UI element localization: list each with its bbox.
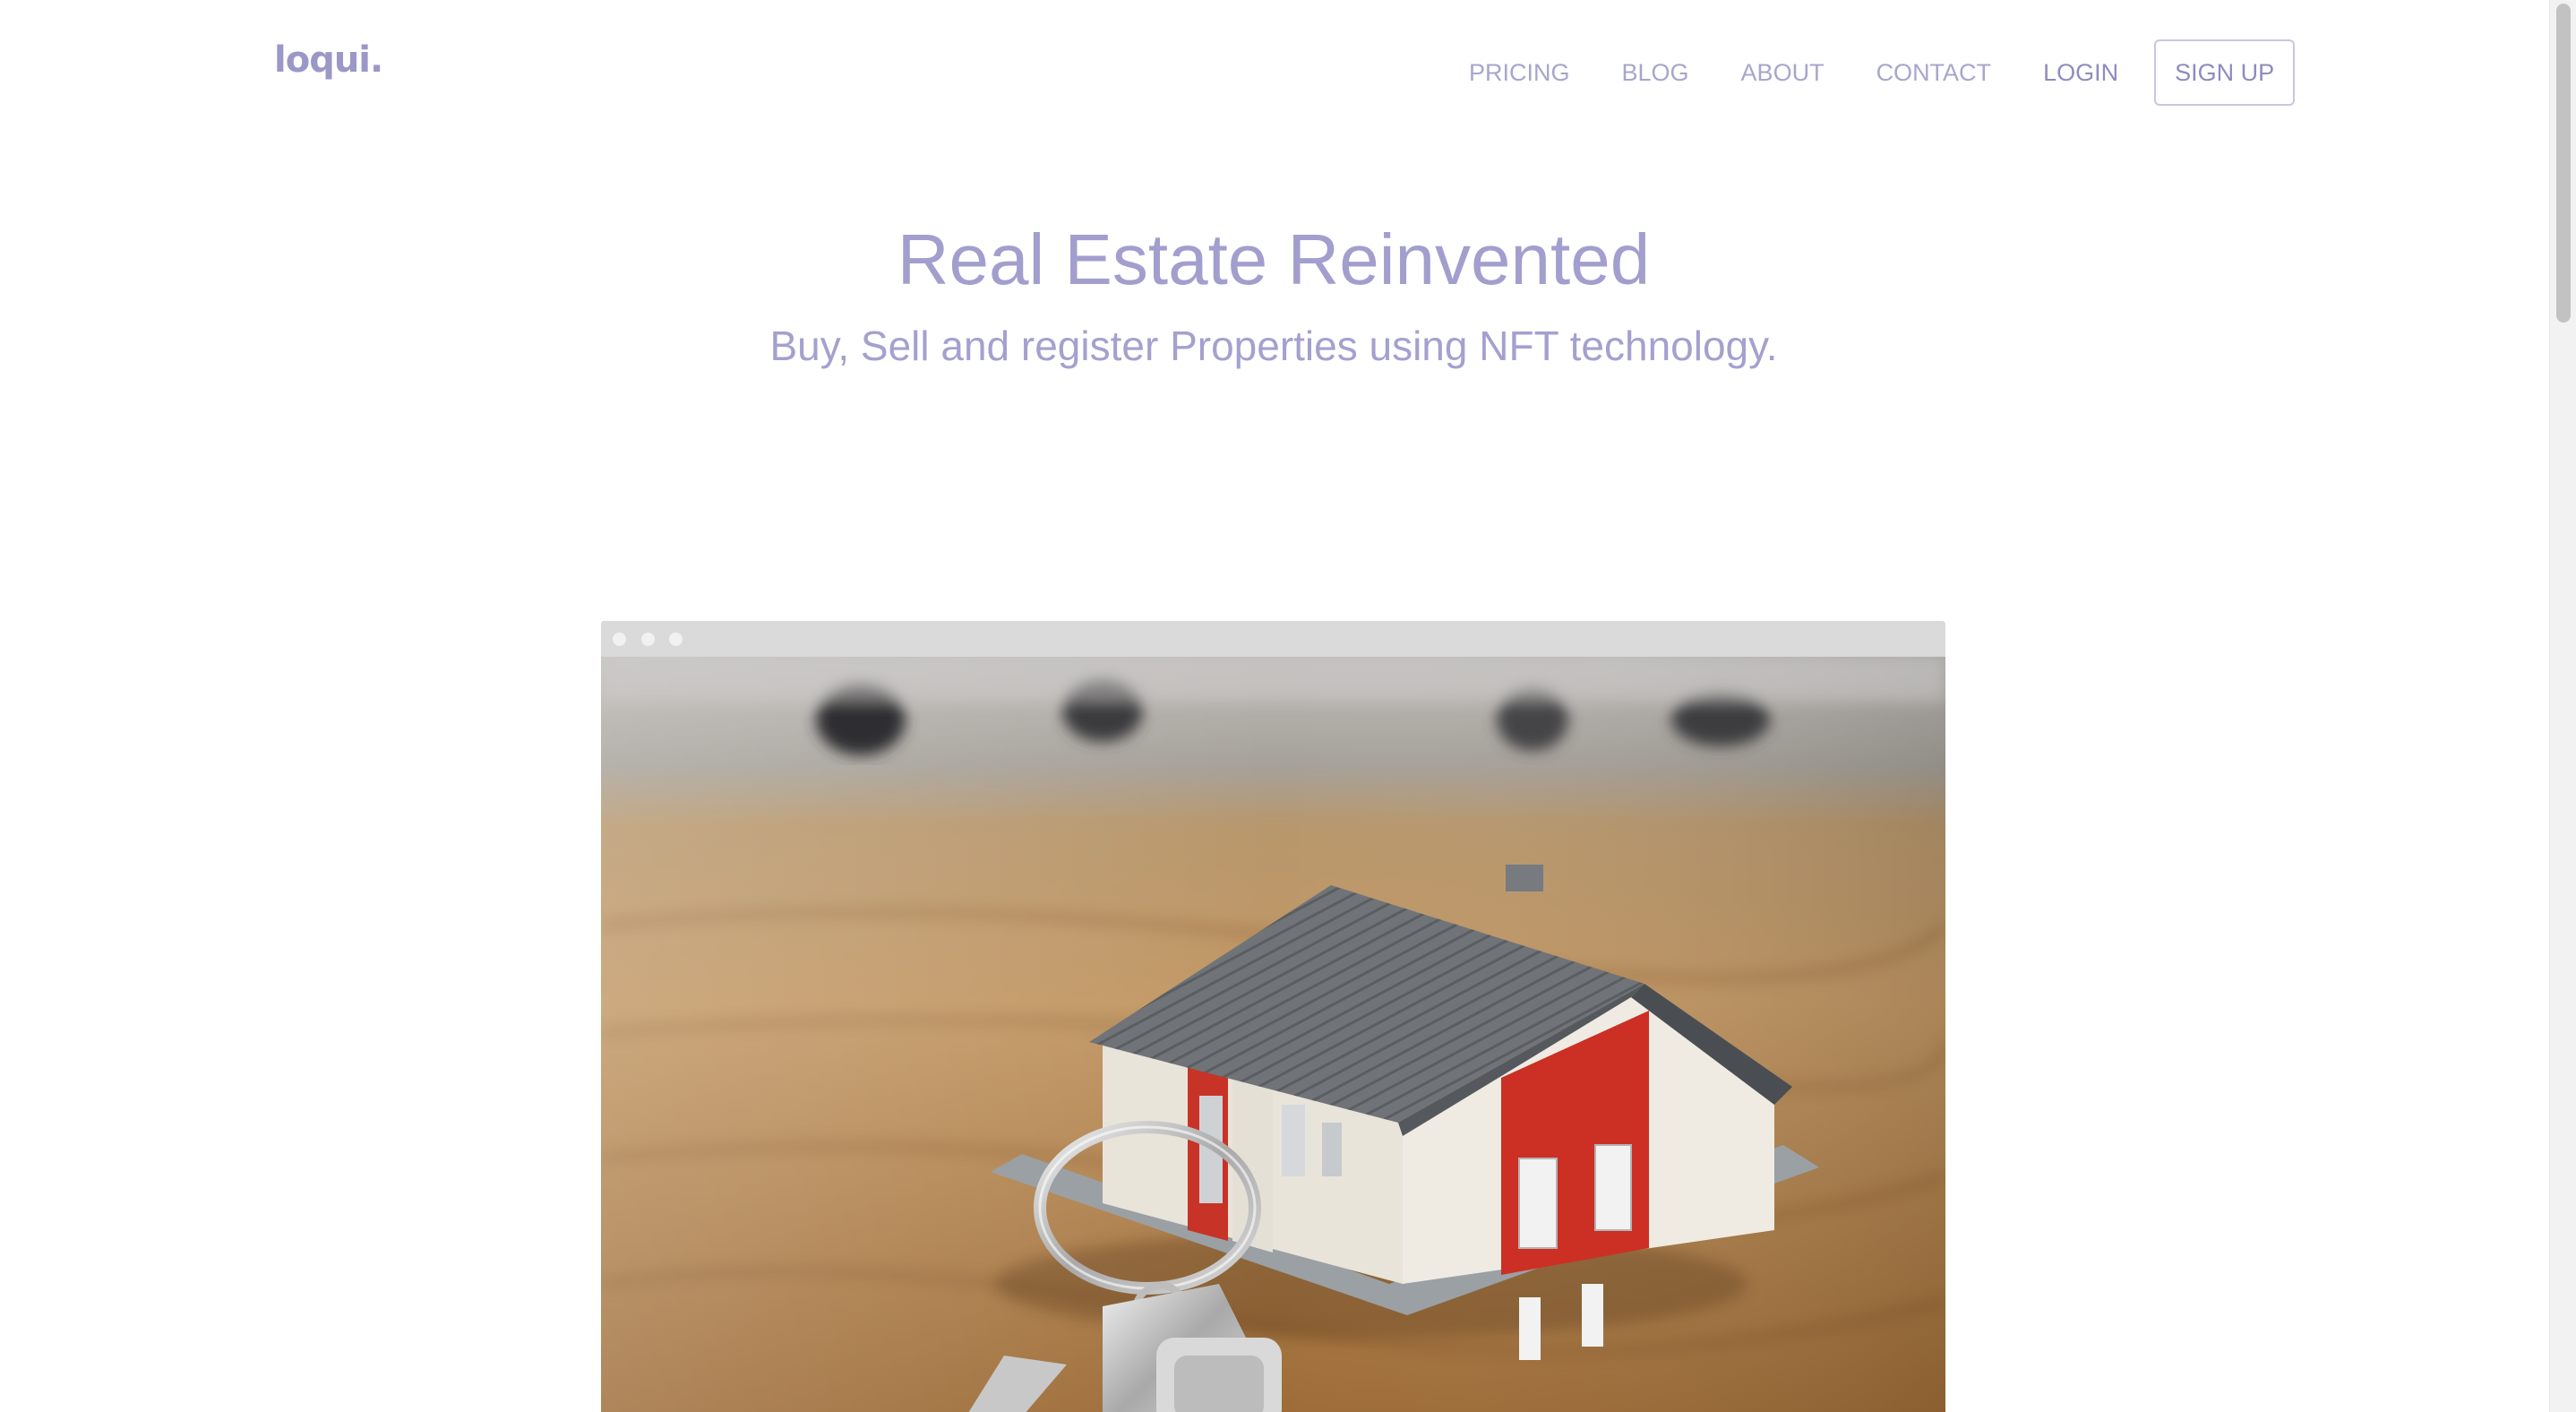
nav-link-pricing[interactable]: PRICING bbox=[1469, 59, 1570, 87]
landing-page: loqui. PRICING BLOG ABOUT CONTACT LOGIN … bbox=[0, 0, 2576, 1412]
hero-title: Real Estate Reinvented bbox=[897, 220, 1651, 299]
mockup-titlebar bbox=[601, 621, 1945, 657]
window-dot-icon bbox=[641, 633, 655, 646]
scrollbar-thumb[interactable] bbox=[2556, 4, 2571, 323]
nav-link-about[interactable]: ABOUT bbox=[1741, 59, 1825, 87]
brand-logo[interactable]: loqui. bbox=[274, 39, 383, 81]
window-dot-icon bbox=[669, 633, 683, 646]
page-scrollbar[interactable] bbox=[2549, 0, 2576, 1412]
hero-subtitle: Buy, Sell and register Properties using … bbox=[769, 323, 1778, 369]
nav-link-blog[interactable]: BLOG bbox=[1622, 59, 1689, 87]
nav-link-contact[interactable]: CONTACT bbox=[1876, 59, 1992, 87]
window-dot-icon bbox=[613, 633, 626, 646]
login-link[interactable]: LOGIN bbox=[2043, 59, 2118, 87]
top-navigation: PRICING BLOG ABOUT CONTACT LOGIN SIGN UP bbox=[1469, 39, 2296, 106]
signup-button[interactable]: SIGN UP bbox=[2154, 39, 2296, 106]
browser-mockup bbox=[601, 621, 1945, 1412]
house-keys-photo bbox=[601, 657, 1945, 1412]
